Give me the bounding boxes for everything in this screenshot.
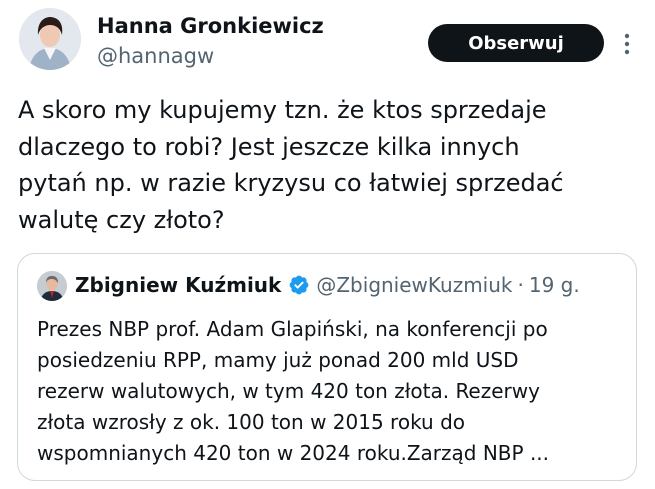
quoted-tweet-header: Zbigniew Kuźmiuk @ZbigniewKuzmiuk · 19 g… <box>75 273 580 297</box>
tweet-card: Hanna Gronkiewicz @hannagw Obserwuj A sk… <box>0 0 655 489</box>
author-handle[interactable]: @hannagw <box>97 44 214 68</box>
quoted-tweet-time[interactable]: 19 g. <box>529 273 580 297</box>
quoted-author-handle[interactable]: @ZbigniewKuzmiuk <box>316 273 512 297</box>
profile-photo-icon <box>37 271 67 301</box>
quoted-tweet-text: Prezes NBP prof. Adam Glapiński, na konf… <box>37 314 627 469</box>
author-avatar[interactable] <box>19 8 81 70</box>
separator-dot: · <box>517 273 524 297</box>
quoted-text-line: złota wzrosły z ok. 100 ton w 2015 roku … <box>37 410 465 434</box>
quoted-text-line: rezerw walutowych, w tym 420 ton złota. … <box>37 379 540 403</box>
quoted-text-line: posiedzeniu RPP, mamy już ponad 200 mld … <box>37 348 519 372</box>
verified-badge-icon <box>288 274 310 296</box>
quoted-text-line: wspomnianych 420 ton w 2024 roku.Zarząd … <box>37 441 550 465</box>
profile-photo-icon <box>19 8 81 70</box>
tweet-text: A skoro my kupujemy tzn. że ktos sprzeda… <box>18 92 643 238</box>
tweet-text-line: A skoro my kupujemy tzn. że ktos sprzeda… <box>18 96 547 124</box>
quoted-tweet[interactable]: Zbigniew Kuźmiuk @ZbigniewKuzmiuk · 19 g… <box>17 253 637 481</box>
follow-button[interactable]: Obserwuj <box>428 24 604 62</box>
tweet-text-line: walutę czy złoto? <box>18 205 225 234</box>
more-options-button[interactable] <box>612 27 642 61</box>
author-name[interactable]: Hanna Gronkiewicz <box>97 14 324 38</box>
tweet-text-line: dlaczego to robi? Jest jeszcze kilka inn… <box>18 132 520 161</box>
quoted-author-avatar[interactable] <box>37 271 67 301</box>
more-vertical-icon <box>624 33 630 55</box>
quoted-author-name[interactable]: Zbigniew Kuźmiuk <box>75 273 281 297</box>
quoted-text-line: Prezes NBP prof. Adam Glapiński, na konf… <box>37 317 548 341</box>
tweet-text-line: pytań np. w razie kryzysu co łatwiej spr… <box>18 169 564 197</box>
